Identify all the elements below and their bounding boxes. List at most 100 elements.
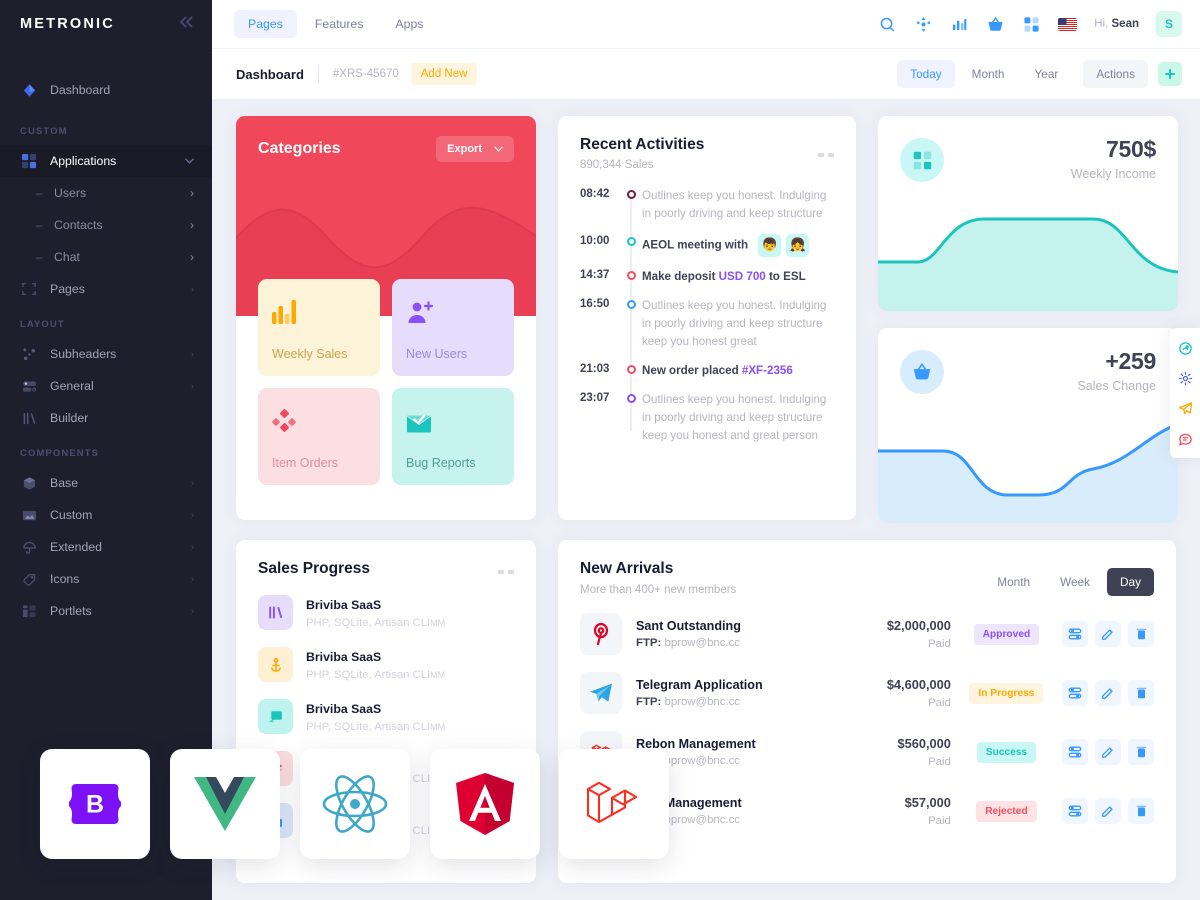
bar-chart-icon[interactable] bbox=[950, 15, 969, 34]
email-value: bprow@bnc.cc bbox=[664, 814, 740, 826]
card-menu-button[interactable] bbox=[498, 570, 514, 574]
edit-icon[interactable] bbox=[1095, 798, 1121, 824]
range-month-button[interactable]: Month bbox=[959, 60, 1018, 88]
recent-activities-title: Recent Activities bbox=[580, 136, 705, 153]
sidebar-item-general[interactable]: General › bbox=[0, 370, 212, 402]
sidebar-item-label: Subheaders bbox=[50, 347, 117, 361]
settings-icon[interactable] bbox=[1062, 798, 1088, 824]
subheader: Dashboard #XRS-45670 Add New Today Month… bbox=[212, 48, 1200, 99]
mail-check-icon bbox=[406, 403, 500, 433]
bootstrap-logo[interactable]: B bbox=[40, 749, 150, 859]
grid-squares-icon[interactable] bbox=[1022, 15, 1041, 34]
category-tile-item-orders[interactable]: Item Orders bbox=[258, 388, 380, 485]
edit-icon[interactable] bbox=[1095, 621, 1121, 647]
activity-item[interactable]: 23:07 Outlines keep you honest. Indulgin… bbox=[580, 391, 834, 445]
gear-icon[interactable] bbox=[1170, 363, 1200, 393]
tab-pages[interactable]: Pages bbox=[234, 10, 297, 38]
chat-icon[interactable] bbox=[1170, 423, 1200, 453]
shapes-icon[interactable] bbox=[914, 15, 933, 34]
search-icon[interactable] bbox=[878, 15, 897, 34]
list-item[interactable]: Briviba SaaS PHP, SQLite, Artisan CLIMM bbox=[258, 595, 514, 630]
activity-link[interactable]: USD 700 bbox=[719, 270, 766, 283]
sales-change-sparkline bbox=[878, 422, 1178, 523]
delete-icon[interactable] bbox=[1128, 621, 1154, 647]
activity-bullet bbox=[620, 268, 642, 286]
basket-icon bbox=[900, 350, 944, 394]
basket-icon[interactable] bbox=[986, 15, 1005, 34]
page-code: #XRS-45670 bbox=[332, 68, 399, 80]
delete-icon[interactable] bbox=[1128, 739, 1154, 765]
list-item-text: Briviba SaaS PHP, SQLite, Artisan CLIMM bbox=[306, 700, 445, 733]
activity-link[interactable]: #XF-2356 bbox=[742, 364, 793, 377]
range-today-button[interactable]: Today bbox=[897, 60, 955, 88]
send-icon[interactable] bbox=[1170, 393, 1200, 423]
delete-icon[interactable] bbox=[1128, 798, 1154, 824]
activity-text: Outlines keep you honest. Indulging in p… bbox=[642, 189, 827, 220]
divider bbox=[317, 65, 319, 83]
plus-icon[interactable] bbox=[1158, 62, 1182, 86]
tab-week[interactable]: Week bbox=[1047, 568, 1103, 596]
add-new-button[interactable]: Add New bbox=[410, 63, 478, 85]
tab-month[interactable]: Month bbox=[984, 568, 1043, 596]
settings-icon[interactable] bbox=[1062, 680, 1088, 706]
sidebar-item-chat[interactable]: – Chat › bbox=[0, 241, 212, 273]
react-logo[interactable] bbox=[300, 749, 410, 859]
edit-icon[interactable] bbox=[1095, 739, 1121, 765]
activity-item[interactable]: 21:03 New order placed #XF-2356 bbox=[580, 362, 834, 380]
list-item[interactable]: Briviba SaaS PHP, SQLite, Artisan CLIMM bbox=[258, 699, 514, 734]
avatar[interactable]: S bbox=[1156, 11, 1182, 37]
activity-item[interactable]: 16:50 Outlines keep you honest. Indulgin… bbox=[580, 297, 834, 351]
table-row[interactable]: Telegram Application FTP: bprow@bnc.cc $… bbox=[580, 672, 1154, 714]
sidebar-item-portlets[interactable]: Portlets › bbox=[0, 595, 212, 627]
sidebar-item-contacts[interactable]: – Contacts › bbox=[0, 209, 212, 241]
table-cell-amount: $560,000 Paid bbox=[830, 736, 951, 768]
tab-day[interactable]: Day bbox=[1107, 568, 1154, 596]
tab-features[interactable]: Features bbox=[301, 10, 378, 38]
angular-logo[interactable] bbox=[430, 749, 540, 859]
sidebar-item-users[interactable]: – Users › bbox=[0, 177, 212, 209]
category-tile-bug-reports[interactable]: Bug Reports bbox=[392, 388, 514, 485]
table-row[interactable]: Sant Outstanding FTP: bprow@bnc.cc $2,00… bbox=[580, 613, 1154, 655]
chevrons-left-icon[interactable] bbox=[179, 16, 194, 32]
sidebar-item-base[interactable]: Base › bbox=[0, 467, 212, 499]
activity-item[interactable]: 14:37 Make deposit USD 700 to ESL bbox=[580, 268, 834, 286]
settings-icon[interactable] bbox=[1062, 739, 1088, 765]
category-tile-weekly-sales[interactable]: Weekly Sales bbox=[258, 279, 380, 376]
sidebar-item-builder[interactable]: Builder bbox=[0, 402, 212, 434]
sidebar-item-applications[interactable]: Applications bbox=[0, 145, 212, 177]
tab-apps[interactable]: Apps bbox=[381, 10, 437, 38]
user-greeting: Hi, Sean bbox=[1094, 18, 1139, 30]
actions-button[interactable]: Actions bbox=[1083, 60, 1148, 88]
sidebar-item-pages[interactable]: Pages › bbox=[0, 273, 212, 305]
sidebar-item-label: Extended bbox=[50, 540, 102, 554]
row-actions bbox=[1062, 798, 1154, 824]
chevron-down-icon bbox=[494, 144, 503, 154]
export-button[interactable]: Export bbox=[436, 136, 514, 162]
table-cell-badge: Rejected bbox=[951, 800, 1062, 822]
list-item[interactable]: Briviba SaaS PHP, SQLite, Artisan CLIMM bbox=[258, 647, 514, 682]
vue-logo[interactable] bbox=[170, 749, 280, 859]
category-tile-new-users[interactable]: New Users bbox=[392, 279, 514, 376]
table-cell-amount: $4,600,000 Paid bbox=[830, 677, 951, 709]
activity-label-after: to ESL bbox=[765, 269, 806, 283]
sidebar-item-icons[interactable]: Icons › bbox=[0, 563, 212, 595]
sidebar-item-extended[interactable]: Extended › bbox=[0, 531, 212, 563]
us-flag-icon[interactable] bbox=[1058, 15, 1078, 34]
sidebar-item-dashboard[interactable]: Dashboard bbox=[0, 74, 212, 106]
list-item-desc: PHP, SQLite, Artisan CLIMM bbox=[306, 669, 445, 681]
droplet-icon[interactable] bbox=[1170, 333, 1200, 363]
edit-icon[interactable] bbox=[1095, 680, 1121, 706]
laravel-logo[interactable] bbox=[559, 749, 669, 859]
card-menu-button[interactable] bbox=[818, 153, 834, 157]
range-year-button[interactable]: Year bbox=[1021, 60, 1071, 88]
sidebar-item-custom[interactable]: Custom › bbox=[0, 499, 212, 531]
email-value: bprow@bnc.cc bbox=[664, 637, 740, 649]
activity-item[interactable]: 08:42 Outlines keep you honest. Indulgin… bbox=[580, 187, 834, 223]
sidebar-item-label: Base bbox=[50, 476, 79, 490]
settings-icon[interactable] bbox=[1062, 621, 1088, 647]
sidebar-item-label: Builder bbox=[50, 411, 89, 425]
activity-item[interactable]: 10:00 AEOL meeting with 👦 👧 bbox=[580, 233, 834, 257]
delete-icon[interactable] bbox=[1128, 680, 1154, 706]
sidebar-item-subheaders[interactable]: Subheaders › bbox=[0, 338, 212, 370]
chevron-right-icon: › bbox=[191, 510, 194, 520]
